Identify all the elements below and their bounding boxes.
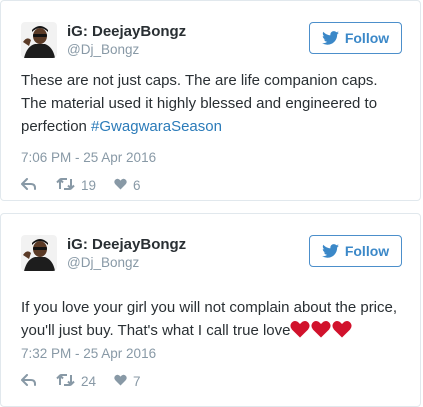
retweet-button[interactable]: 24 [56,374,96,389]
display-name[interactable]: iG: DeejayBongz [67,23,186,40]
display-name[interactable]: iG: DeejayBongz [67,236,186,253]
follow-button[interactable]: Follow [309,235,402,267]
heart-emojis [290,320,353,345]
like-button[interactable]: 6 [114,178,141,193]
like-count: 7 [133,374,141,389]
timestamp[interactable]: 7:06 PM - 25 Apr 2016 [21,150,156,165]
heart-emoji-icon [290,320,311,338]
follow-label: Follow [344,243,390,259]
avatar[interactable] [21,22,57,58]
retweet-count: 24 [81,374,97,389]
hashtag-link[interactable]: #GwagwaraSeason [91,118,222,135]
reply-icon [21,178,36,193]
tweet-text-fragment: you'll just buy. That's what I call true… [21,322,291,339]
follow-label: Follow [344,30,390,46]
heart-icon [114,178,127,193]
heart-emoji-icon [332,320,353,338]
avatar[interactable] [21,235,57,271]
tweet-actions: 19 6 [21,178,141,193]
tweet-text-line: you'll just buy. That's what I call true… [21,319,413,345]
retweet-icon [56,178,75,193]
retweet-button[interactable]: 19 [56,178,96,193]
tweet-text: If you love your girl you will not compl… [21,296,413,345]
reply-icon [21,374,36,389]
twitter-bird-icon [321,31,339,45]
like-count: 6 [133,178,141,193]
reply-button[interactable] [21,374,36,389]
like-button[interactable]: 7 [114,374,141,389]
tweet-text-line: If you love your girl you will not compl… [21,299,398,316]
twitter-bird-icon [321,244,339,258]
tweet-text-line: The material used it highly blessed and … [21,95,378,112]
retweet-count: 19 [81,178,97,193]
user-handle[interactable]: @Dj_Bongz [67,255,139,270]
tweet-text-line: perfection #GwagwaraSeason [21,115,413,138]
heart-icon [114,374,127,389]
follow-button[interactable]: Follow [309,22,402,54]
timestamp[interactable]: 7:32 PM - 25 Apr 2016 [21,346,156,361]
heart-emoji-icon [311,320,332,338]
reply-button[interactable] [21,178,36,193]
tweet-text-fragment: perfection [21,118,92,135]
tweet-text: These are not just caps. The are life co… [21,69,413,138]
retweet-icon [56,374,75,389]
tweet-card: iG: DeejayBongz @Dj_Bongz Follow These a… [0,0,421,201]
tweet-actions: 24 7 [21,374,141,389]
tweet-card: iG: DeejayBongz @Dj_Bongz Follow If you … [0,213,421,407]
tweet-text-line: These are not just caps. The are life co… [21,72,378,89]
user-handle[interactable]: @Dj_Bongz [67,42,139,57]
